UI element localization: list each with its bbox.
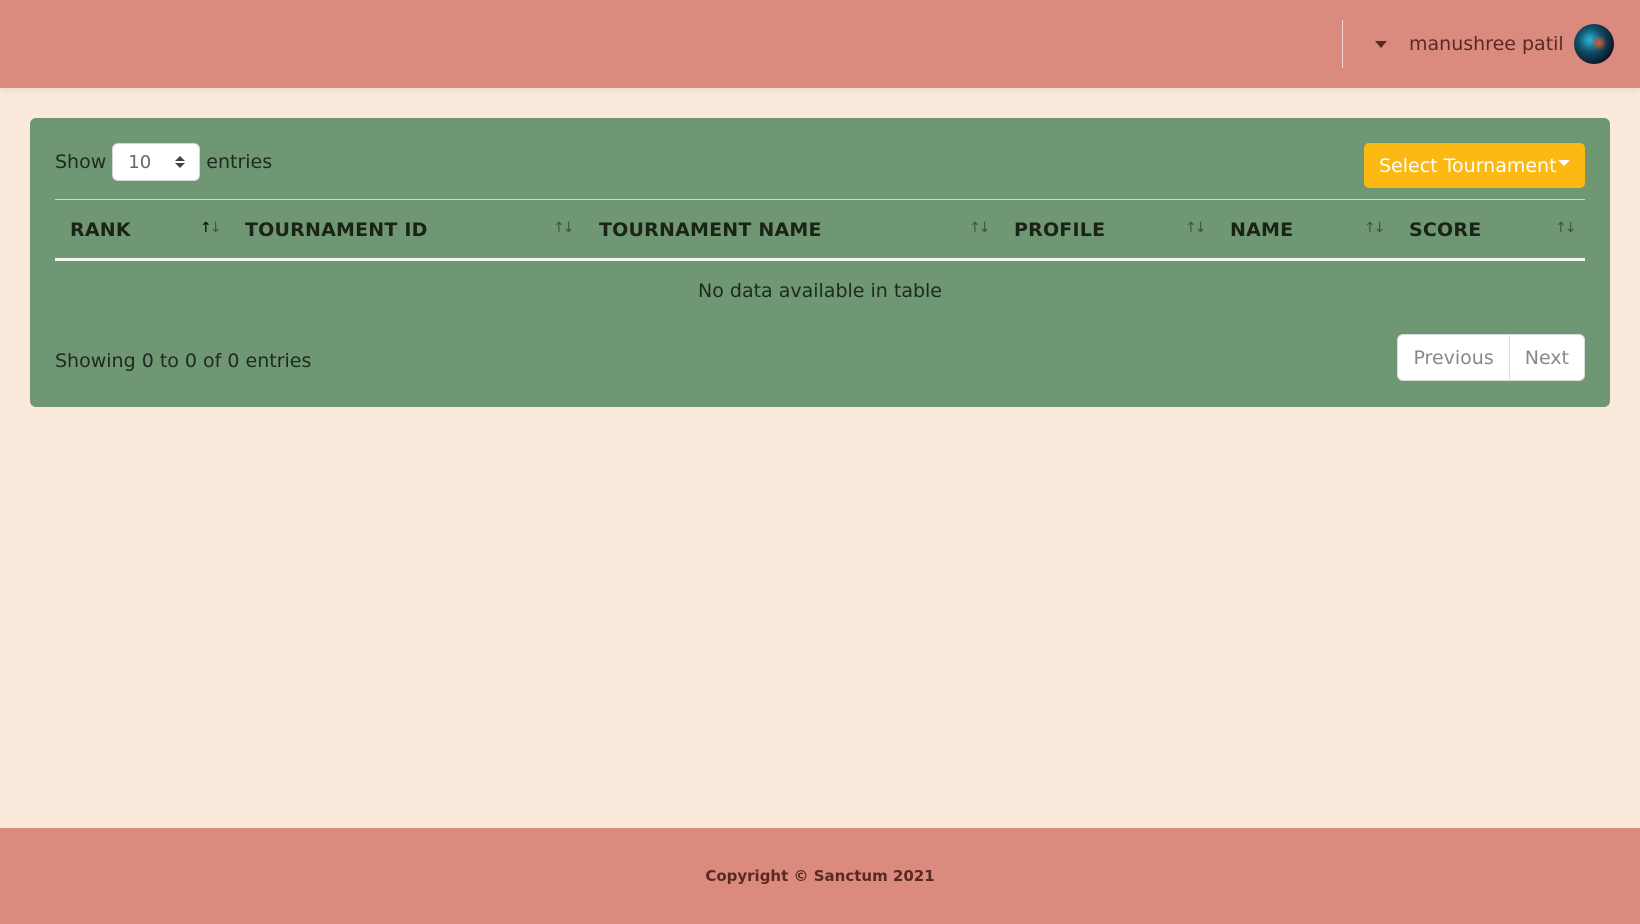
sort-icon[interactable]: ↑↓ [553, 220, 575, 236]
column-header-profile[interactable]: PROFILE [1014, 200, 1105, 259]
column-header-name[interactable]: NAME [1230, 200, 1293, 259]
next-page-button[interactable]: Next [1508, 335, 1584, 380]
entries-select-value[interactable]: 10 [128, 152, 151, 173]
column-label[interactable]: PROFILE [1014, 219, 1105, 241]
empty-table-message: No data available in table [698, 280, 942, 302]
sort-icon[interactable]: ↑↓ [969, 220, 991, 236]
top-navbar: manushree patil [0, 0, 1640, 88]
footer: Copyright © Sanctum 2021 [0, 828, 1640, 924]
leaderboard-table: RANK ↑↓ TOURNAMENT ID ↑↓ TOURNAMENT NAME… [55, 199, 1585, 321]
select-arrows-icon [175, 156, 186, 168]
empty-table-row: No data available in table [55, 261, 1585, 321]
column-label[interactable]: NAME [1230, 219, 1293, 241]
avatar[interactable] [1573, 24, 1614, 64]
leaderboard-card: Show 10 entries Select Tournament RANK ↑… [30, 118, 1610, 407]
table-info: Showing 0 to 0 of 0 entries [55, 350, 312, 372]
select-tournament-label[interactable]: Select Tournament [1379, 155, 1557, 177]
username-label[interactable]: manushree patil [1409, 33, 1564, 55]
sort-icon[interactable]: ↑↓ [1185, 220, 1207, 236]
caret-down-icon[interactable] [1375, 40, 1387, 48]
previous-page-button[interactable]: Previous [1398, 335, 1508, 380]
sort-icon[interactable]: ↑↓ [1364, 220, 1386, 236]
user-menu-toggle[interactable]: manushree patil [1375, 22, 1614, 66]
select-tournament-button[interactable]: Select Tournament [1364, 143, 1585, 188]
sort-ascending-icon[interactable]: ↑↓ [200, 220, 222, 236]
column-header-score[interactable]: SCORE [1409, 200, 1481, 259]
column-label[interactable]: TOURNAMENT NAME [599, 219, 822, 241]
show-label: Show [55, 151, 107, 173]
navbar-divider [1342, 20, 1343, 68]
pagination: Previous Next [1397, 334, 1585, 381]
column-label[interactable]: RANK [70, 219, 131, 241]
column-label[interactable]: SCORE [1409, 219, 1481, 241]
entries-select[interactable]: 10 [112, 143, 201, 181]
column-header-rank[interactable]: RANK [70, 200, 131, 259]
entries-label: entries [206, 151, 273, 173]
entries-length-control: Show 10 entries [55, 143, 272, 181]
dropdown-caret-icon [1558, 160, 1570, 166]
sort-icon[interactable]: ↑↓ [1555, 220, 1577, 236]
column-label[interactable]: TOURNAMENT ID [245, 219, 428, 241]
column-header-tournament-id[interactable]: TOURNAMENT ID [245, 200, 428, 259]
column-header-tournament-name[interactable]: TOURNAMENT NAME [599, 200, 822, 259]
table-header-row: RANK ↑↓ TOURNAMENT ID ↑↓ TOURNAMENT NAME… [55, 199, 1585, 261]
copyright-text: Copyright © Sanctum 2021 [705, 867, 935, 885]
